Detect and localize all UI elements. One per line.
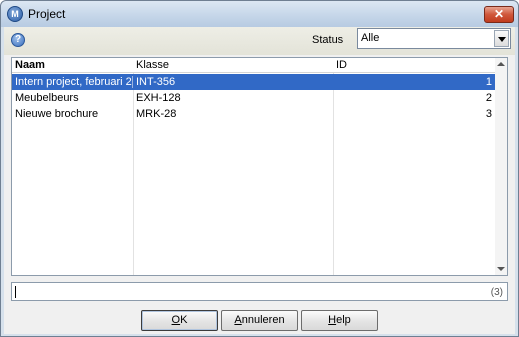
chevron-down-icon[interactable] bbox=[494, 30, 509, 47]
cancel-mnemonic: A bbox=[234, 314, 242, 326]
help-label: elp bbox=[336, 314, 351, 326]
cell-naam: Nieuwe brochure bbox=[15, 108, 99, 120]
close-button[interactable]: ✕ bbox=[484, 6, 514, 23]
project-list[interactable]: Naam Klasse ID Intern project, februari … bbox=[11, 57, 508, 276]
cancel-button[interactable]: Annuleren bbox=[221, 310, 298, 331]
toolbar: ? Status Alle bbox=[4, 27, 515, 55]
cell-klasse: MRK-28 bbox=[136, 108, 177, 120]
cell-klasse: INT-356 bbox=[136, 76, 176, 88]
cell-klasse: EXH-128 bbox=[136, 92, 181, 104]
ok-mnemonic: O bbox=[171, 314, 181, 326]
status-label: Status bbox=[312, 34, 344, 46]
list-header: Naam Klasse ID bbox=[12, 58, 495, 73]
vertical-scrollbar[interactable] bbox=[495, 58, 507, 275]
cell-naam: Meubelbeurs bbox=[15, 92, 79, 104]
cell-id: 3 bbox=[485, 108, 492, 120]
column-header-klasse[interactable]: Klasse bbox=[136, 59, 169, 71]
cell-id: 2 bbox=[485, 92, 492, 104]
status-selected-value: Alle bbox=[361, 32, 380, 44]
cancel-label: nnuleren bbox=[241, 314, 285, 326]
column-header-id[interactable]: ID bbox=[336, 59, 347, 71]
close-icon: ✕ bbox=[493, 7, 505, 21]
result-count: (3) bbox=[490, 287, 503, 298]
ok-label: K bbox=[180, 314, 188, 326]
scroll-up-icon[interactable] bbox=[497, 62, 505, 66]
window-title: Project bbox=[28, 7, 66, 21]
table-row[interactable]: Meubelbeurs EXH-128 2 bbox=[12, 90, 495, 106]
cell-naam: Intern project, februari 20 bbox=[15, 76, 133, 88]
app-icon[interactable]: M bbox=[7, 6, 23, 22]
text-caret bbox=[15, 286, 16, 298]
title-bar[interactable]: M Project ✕ bbox=[1, 1, 518, 27]
help-button[interactable]: Help bbox=[301, 310, 378, 331]
help-mnemonic: H bbox=[328, 314, 337, 326]
ok-button[interactable]: OK bbox=[141, 310, 218, 331]
project-dialog: M Project ✕ ? Status Alle Naam Klasse ID… bbox=[0, 0, 519, 337]
table-row[interactable]: Nieuwe brochure MRK-28 3 bbox=[12, 106, 495, 122]
status-select[interactable]: Alle bbox=[357, 28, 511, 49]
filter-input[interactable]: (3) bbox=[11, 282, 508, 301]
help-icon[interactable]: ? bbox=[11, 33, 25, 47]
scroll-down-icon[interactable] bbox=[497, 267, 505, 271]
cell-id: 1 bbox=[485, 76, 492, 88]
dialog-body: ? Status Alle Naam Klasse ID Intern proj… bbox=[4, 27, 515, 334]
table-row[interactable]: Intern project, februari 20 INT-356 1 bbox=[12, 74, 495, 90]
column-header-naam[interactable]: Naam bbox=[15, 59, 45, 71]
